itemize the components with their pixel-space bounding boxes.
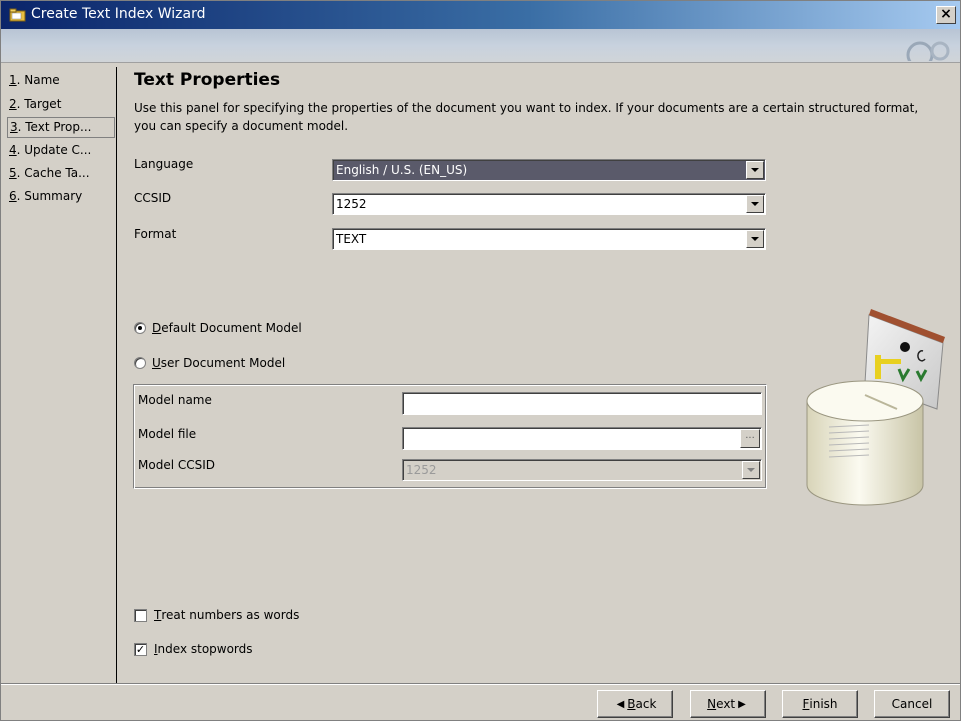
language-label: Language xyxy=(134,157,194,171)
mnemonic: T xyxy=(154,608,162,622)
nav-step-name[interactable]: 1. Name xyxy=(7,71,115,92)
chevron-down-icon[interactable] xyxy=(746,161,764,179)
radio-label: efault Document Model xyxy=(161,321,302,335)
ccsid-combo[interactable]: 1252 xyxy=(332,193,766,215)
close-button[interactable]: × xyxy=(936,6,956,24)
banner-gears-icon xyxy=(906,41,950,61)
user-document-model-radio[interactable]: User Document Model xyxy=(134,356,285,370)
model-file-label: Model file xyxy=(138,427,197,441)
mnemonic: D xyxy=(152,321,162,335)
cancel-label: Cancel xyxy=(891,697,933,711)
finish-button[interactable]: Finish xyxy=(782,690,858,718)
nav-step-summary[interactable]: 6. Summary xyxy=(7,187,115,208)
next-button[interactable]: Next ▶ xyxy=(690,690,766,718)
default-document-model-radio[interactable]: Default Document Model xyxy=(134,321,302,335)
nav-step-number: 4 xyxy=(9,143,17,157)
panel-description: Use this panel for specifying the proper… xyxy=(134,101,919,133)
panel-title: Text Properties xyxy=(134,70,281,90)
checkbox-unchecked-icon[interactable] xyxy=(134,608,147,622)
nav-step-text-properties[interactable]: 3. Text Prop... xyxy=(7,117,115,138)
checkbox-checked-icon[interactable]: ✓ xyxy=(134,642,147,656)
cancel-button[interactable]: Cancel xyxy=(874,690,950,718)
nav-step-number: 6 xyxy=(9,189,17,203)
database-index-illustration xyxy=(806,309,945,506)
nav-step-number: 3 xyxy=(10,120,18,134)
nav-step-target[interactable]: 2. Target xyxy=(7,95,115,116)
nav-step-label: . Update C... xyxy=(16,143,92,157)
chevron-down-icon[interactable] xyxy=(746,230,764,248)
format-combo[interactable]: TEXT xyxy=(332,228,766,250)
format-label: Format xyxy=(134,227,177,241)
wizard-window: Create Text Index Wizard × 1. Name 2. Ta… xyxy=(0,0,961,721)
ccsid-label: CCSID xyxy=(134,191,172,205)
window-title: Create Text Index Wizard xyxy=(31,6,206,22)
mnemonic: U xyxy=(152,356,161,370)
title-bar[interactable]: Create Text Index Wizard × xyxy=(1,1,960,29)
language-combo[interactable]: English / U.S. (EN_US) xyxy=(332,159,766,181)
mnemonic: N xyxy=(707,697,717,711)
nav-step-number: 2 xyxy=(9,97,17,111)
checkbox-label: ndex stopwords xyxy=(157,642,253,656)
finish-label: inish xyxy=(809,697,838,711)
language-value: English / U.S. (EN_US) xyxy=(336,163,468,177)
back-button[interactable]: ◀ Back xyxy=(597,690,673,718)
arrow-right-icon: ▶ xyxy=(738,698,746,710)
format-value: TEXT xyxy=(336,232,367,246)
nav-step-number: 1 xyxy=(9,73,17,87)
nav-step-number: 5 xyxy=(9,166,17,180)
chevron-down-icon[interactable] xyxy=(742,461,760,479)
wizard-banner xyxy=(1,29,960,63)
back-label: ack xyxy=(635,697,657,711)
arrow-left-icon: ◀ xyxy=(616,698,625,710)
chevron-down-icon[interactable] xyxy=(746,195,764,213)
model-name-label: Model name xyxy=(138,393,212,407)
close-icon: × xyxy=(940,6,952,22)
model-ccsid-value: 1252 xyxy=(406,463,437,477)
ccsid-value: 1252 xyxy=(336,197,367,211)
nav-step-label: . Name xyxy=(16,73,60,87)
browse-button[interactable]: ... xyxy=(740,429,760,448)
model-ccsid-combo[interactable]: 1252 xyxy=(402,459,762,481)
index-stopwords-checkbox[interactable]: ✓ Index stopwords xyxy=(134,642,253,656)
wizard-steps-nav: 1. Name 2. Target 3. Text Prop... 4. Upd… xyxy=(7,67,117,683)
nav-step-cache[interactable]: 5. Cache Ta... xyxy=(7,164,115,185)
model-ccsid-label: Model CCSID xyxy=(138,458,215,472)
model-name-input[interactable] xyxy=(402,392,762,415)
mnemonic: B xyxy=(627,697,636,711)
next-label: ext xyxy=(716,697,736,711)
nav-step-label: . Target xyxy=(16,97,62,111)
nav-step-label: . Text Prop... xyxy=(17,120,92,134)
bottom-separator xyxy=(1,683,960,685)
nav-step-update[interactable]: 4. Update C... xyxy=(7,141,115,162)
user-model-group: Model name Model file ... Model CCSID 12… xyxy=(133,384,767,489)
checkbox-label: reat numbers as words xyxy=(161,608,300,622)
nav-step-label: . Summary xyxy=(16,189,83,203)
radio-selected-icon[interactable] xyxy=(134,322,146,334)
radio-label: ser Document Model xyxy=(160,356,286,370)
wizard-folder-icon xyxy=(9,8,26,22)
nav-step-label: . Cache Ta... xyxy=(16,166,90,180)
mnemonic: F xyxy=(802,697,810,711)
treat-numbers-checkbox[interactable]: Treat numbers as words xyxy=(134,608,299,622)
radio-unselected-icon[interactable] xyxy=(134,357,146,369)
model-file-input[interactable]: ... xyxy=(402,427,762,450)
